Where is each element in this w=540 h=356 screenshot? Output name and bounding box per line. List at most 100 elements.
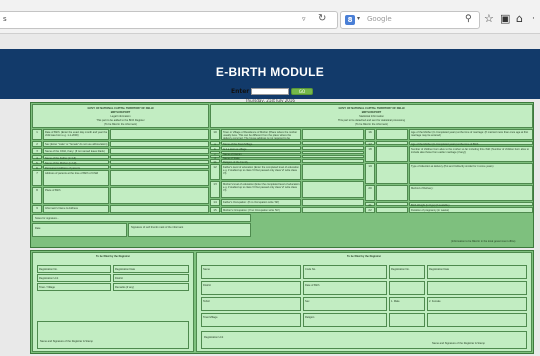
right-row-label-cell: Type of Attention at delivery (Put and I… (409, 163, 533, 184)
right-row-input[interactable] (376, 185, 408, 201)
registrar-field[interactable]: Name (201, 265, 301, 279)
registrar-field[interactable]: District (113, 274, 189, 282)
right-registrar-box: To be filled by the Registrar Registrati… (196, 252, 532, 352)
left-row-input[interactable] (110, 129, 209, 140)
right-row-input[interactable] (376, 141, 408, 145)
mid-row-input[interactable] (302, 159, 364, 163)
left-row-number-text: 7 (36, 171, 38, 175)
mid-row-number-text: 10 (213, 130, 217, 134)
form-footer-note: (Information to be filled in in the loca… (451, 240, 516, 243)
registrar-field[interactable]: 2. Female (427, 297, 527, 311)
mid-row-input[interactable] (302, 146, 364, 150)
mid-row-label-cell: Mother's Occupation: (If no Occupation w… (221, 207, 301, 213)
right-row-input[interactable] (376, 163, 408, 184)
registrar-field-label: 1. Male (391, 300, 400, 303)
search-placeholder[interactable]: Google (367, 15, 392, 23)
search-engine-icon[interactable]: 8 (345, 15, 355, 25)
registrar-field[interactable]: Remarks (if any) (113, 283, 189, 291)
star-icon[interactable]: ☆ (484, 13, 494, 25)
right-row-input[interactable] (376, 202, 408, 206)
right-row-number-text: 16 (368, 130, 372, 134)
left-header-line: BIRTH REPORT (110, 111, 131, 114)
informant-signature-field[interactable]: Signature of Left thumb mark of the info… (128, 223, 251, 237)
search-bar[interactable]: 8 ▾ Google ⚲ (340, 11, 480, 29)
left-registrar-footer-text: Name and Signature of the Registrar & St… (40, 340, 93, 343)
registrar-field[interactable]: Sex (303, 297, 387, 311)
registrar-field-label: Tehsil (203, 300, 210, 303)
registrar-field[interactable]: District (201, 281, 301, 295)
left-row-input[interactable] (110, 170, 209, 186)
right-row-label: Type of Attention at delivery (Put and I… (411, 165, 494, 168)
right-registration-unit-label: Registration Unit (204, 336, 224, 339)
left-row-input[interactable] (110, 187, 209, 204)
left-row-input[interactable] (110, 205, 209, 213)
registrar-field[interactable]: Registration Unit (37, 274, 111, 282)
uhid-input[interactable] (251, 88, 289, 95)
left-row-input[interactable] (110, 148, 209, 154)
left-row-number-text: 8 (36, 188, 38, 192)
left-row-label-cell: Name of the Child, if any: (If not named… (43, 148, 109, 154)
menu-dots-icon[interactable]: · (532, 13, 535, 25)
mid-row-input[interactable] (302, 155, 364, 158)
registrar-field[interactable]: Town / Village (37, 283, 111, 291)
registrar-field[interactable] (389, 281, 425, 295)
registrar-field[interactable] (427, 313, 527, 327)
uhid-go-button[interactable]: GO (291, 88, 313, 95)
mid-row-label: Father's Occupation: (If no Occupation w… (223, 201, 280, 204)
right-header-line: (To be filled in the informant) (355, 123, 388, 126)
right-row-label-cell: Age of the Mother (In Completed years) a… (409, 129, 533, 140)
clipboard-icon[interactable]: ▣ (500, 13, 510, 25)
url-dropdown-icon[interactable]: ▿ (302, 15, 306, 23)
registrar-field[interactable] (427, 281, 527, 295)
registrar-field[interactable]: 1. Male (389, 297, 425, 311)
right-row-input[interactable] (376, 146, 408, 162)
search-engine-dropdown-icon[interactable]: ▾ (357, 15, 360, 22)
registrar-field-label: Town / Village (39, 286, 55, 289)
mid-row-label: Mother's level of education (Enter the c… (223, 183, 300, 193)
mid-row-input[interactable] (302, 151, 364, 154)
right-row-input[interactable] (376, 129, 408, 140)
mid-row-input[interactable] (302, 129, 364, 140)
url-text[interactable]: s (3, 15, 7, 23)
mid-row-input[interactable] (302, 181, 364, 198)
left-row-input[interactable] (110, 160, 209, 164)
right-row-input[interactable] (376, 207, 408, 213)
mid-row-label-cell: Name of the Town/Village (221, 141, 301, 146)
registrar-field[interactable]: Registration Date (427, 265, 527, 279)
registrar-field[interactable]: Registration Date (113, 265, 189, 273)
registrar-field[interactable]: Registration No. (37, 265, 111, 273)
mid-row-input[interactable] (302, 199, 364, 206)
mid-row-input[interactable] (302, 207, 364, 213)
reload-icon[interactable]: ↻ (318, 13, 326, 24)
home-icon[interactable]: ⌂ (516, 13, 523, 25)
right-header-line: Statistical Information (359, 115, 384, 118)
registrar-field[interactable]: Town/Village (201, 313, 301, 327)
left-row-input[interactable] (110, 155, 209, 159)
right-row-label-cell: Birth Weight (in Kgs) (if available) (409, 202, 533, 207)
right-row-number-text: 22 (368, 208, 372, 212)
left-header-line: Legal Information (110, 115, 131, 118)
mid-row-input[interactable] (302, 141, 364, 145)
registrar-section: To be filled by the Registrar Name and S… (30, 250, 534, 354)
left-row-input[interactable] (110, 141, 209, 147)
left-row-input[interactable] (110, 165, 209, 169)
address-bar[interactable]: s ▿ ↻ (0, 11, 338, 29)
date-label: Date (35, 227, 41, 230)
left-row-label-cell: Name of the Mother (in full) (43, 160, 109, 165)
mid-row-input[interactable] (302, 164, 364, 180)
magnifier-icon[interactable]: ⚲ (465, 14, 472, 24)
date-field[interactable]: Date (32, 223, 127, 237)
right-row-label-cell: Age of the Mother (In Completed years) a… (409, 141, 533, 146)
registrar-field-label: Registration Unit (39, 277, 59, 280)
left-row-label: Name of the Child, if any: (If not named… (45, 150, 105, 153)
mid-row-label-cell: Is it a town or village (221, 146, 301, 151)
registrar-field[interactable]: Religion (303, 313, 387, 327)
registrar-field[interactable]: Tehsil (201, 297, 301, 311)
right-row-label: Age of the Mother (In Completed years) a… (411, 131, 529, 138)
registrar-field[interactable]: Code No. (303, 265, 387, 279)
informant-signature-label: Signature of Left thumb mark of the info… (131, 226, 184, 229)
left-row-label: Place of Birth (45, 189, 61, 192)
registrar-field[interactable]: Date of Birth (303, 281, 387, 295)
registrar-field[interactable] (389, 313, 425, 327)
registrar-field[interactable]: Registration No. (389, 265, 425, 279)
